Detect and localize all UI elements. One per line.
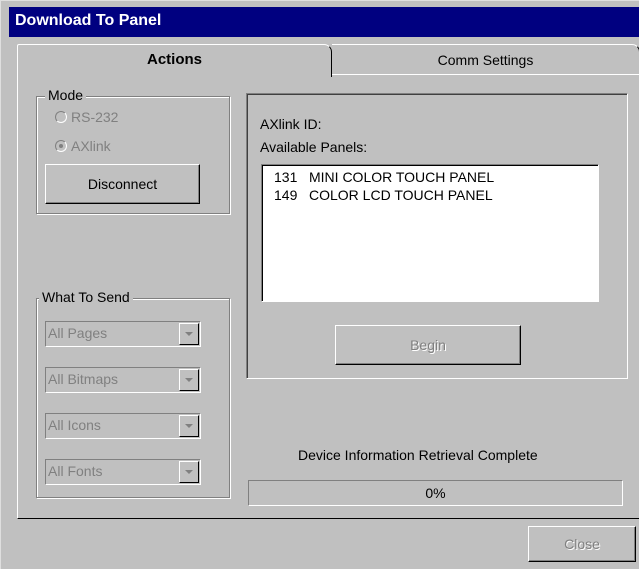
fonts-select-value: All Fonts (48, 463, 103, 479)
mode-legend: Mode (45, 87, 87, 103)
tab-actions[interactable]: Actions (17, 44, 332, 77)
close-button-label: Close (564, 536, 600, 552)
list-item[interactable]: 131 MINI COLOR TOUCH PANEL (274, 168, 598, 186)
chevron-down-icon[interactable] (179, 461, 199, 483)
panel-id: 131 (274, 169, 298, 185)
mode-group: Mode RS-232 AXlink Disconnect (36, 87, 230, 214)
status-message: Device Information Retrieval Complete (298, 447, 538, 463)
chevron-down-icon[interactable] (179, 369, 199, 391)
radio-rs232[interactable]: RS-232 (55, 108, 118, 126)
download-dialog: Download To Panel Actions Comm Settings … (0, 0, 639, 569)
progress-text: 0% (425, 485, 446, 501)
chevron-down-icon[interactable] (179, 323, 199, 345)
pages-select[interactable]: All Pages (45, 321, 201, 347)
what-to-send-group: What To Send All Pages All Bitmaps All I… (36, 289, 230, 498)
radio-button-icon (55, 111, 67, 124)
available-panels-label: Available Panels: (260, 139, 368, 155)
pages-select-value: All Pages (48, 325, 108, 341)
radio-rs232-label: RS-232 (71, 109, 119, 125)
panel-id: 149 (274, 187, 298, 203)
bitmaps-select[interactable]: All Bitmaps (45, 367, 201, 393)
panel-name: COLOR LCD TOUCH PANEL (309, 187, 493, 203)
radio-button-checked-icon (55, 140, 67, 153)
chevron-down-icon[interactable] (179, 415, 199, 437)
what-to-send-legend: What To Send (39, 289, 133, 305)
tab-comm-settings-label: Comm Settings (437, 52, 534, 68)
window-title: Download To Panel (15, 12, 162, 29)
progress-bar: 0% (248, 480, 623, 506)
begin-button[interactable]: Begin (335, 325, 521, 365)
begin-button-label: Begin (410, 337, 446, 353)
fonts-select[interactable]: All Fonts (45, 459, 201, 485)
tab-actions-label: Actions (146, 51, 202, 68)
icons-select[interactable]: All Icons (45, 413, 201, 439)
list-item[interactable]: 149 COLOR LCD TOUCH PANEL (274, 186, 598, 204)
panel-name: MINI COLOR TOUCH PANEL (309, 169, 495, 185)
title-bar[interactable]: Download To Panel (9, 7, 639, 37)
radio-axlink-label: AXlink (71, 138, 111, 154)
close-button[interactable]: Close (528, 526, 636, 562)
device-frame: AXlink ID: Available Panels: 131 MINI COL… (246, 93, 628, 379)
disconnect-button-label: Disconnect (87, 176, 158, 192)
radio-axlink[interactable]: AXlink (55, 137, 111, 155)
tab-comm-settings[interactable]: Comm Settings (332, 44, 639, 74)
available-panels-list[interactable]: 131 MINI COLOR TOUCH PANEL 149 COLOR LCD T… (261, 164, 599, 302)
disconnect-button[interactable]: Disconnect (45, 164, 200, 204)
bitmaps-select-value: All Bitmaps (48, 371, 119, 387)
actions-tab-panel: Mode RS-232 AXlink Disconnect What To Se… (17, 74, 639, 519)
axlink-id-label: AXlink ID: (260, 116, 322, 132)
icons-select-value: All Icons (48, 417, 101, 433)
